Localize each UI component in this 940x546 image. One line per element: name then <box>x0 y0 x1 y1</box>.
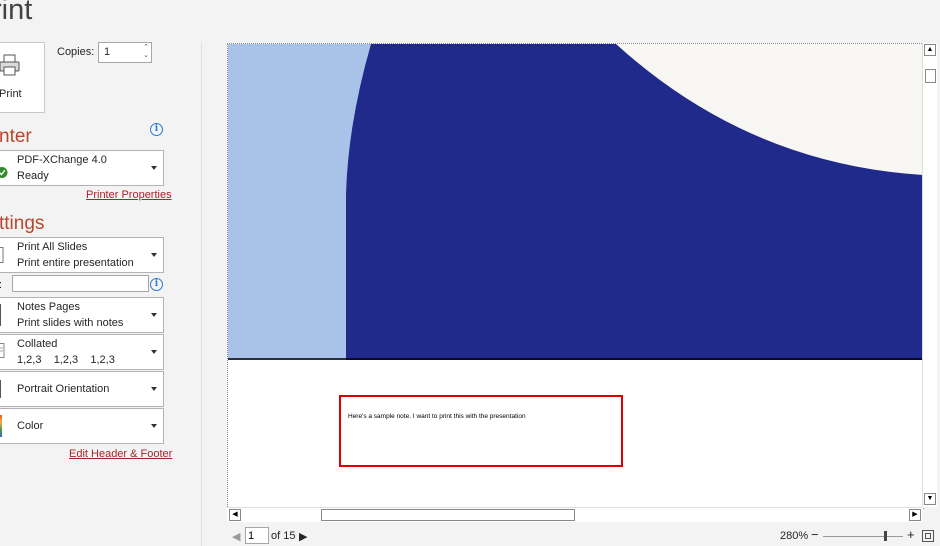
print-button[interactable]: Print <box>0 42 45 113</box>
info-icon[interactable]: i <box>150 278 163 291</box>
print-preview: Here's a sample note. I want to print th… <box>227 43 924 509</box>
next-page-icon[interactable]: ▶ <box>299 530 307 543</box>
scroll-left-icon[interactable]: ◀ <box>229 509 241 521</box>
layout-title: Notes Pages <box>17 301 80 313</box>
page-count-label: of 15 <box>271 530 296 542</box>
printer-icon <box>0 54 20 76</box>
orientation-dropdown[interactable]: Portrait Orientation <box>0 371 164 407</box>
vertical-scroll-thumb[interactable] <box>925 69 936 83</box>
zoom-slider[interactable] <box>823 536 903 537</box>
collation-subtitle: 1,2,3 1,2,3 1,2,3 <box>17 354 115 366</box>
slides-input[interactable] <box>12 275 149 292</box>
zoom-out-button[interactable]: − <box>811 527 819 542</box>
zoom-slider-thumb[interactable] <box>884 531 887 541</box>
color-dropdown[interactable]: Color <box>0 408 164 444</box>
zoom-in-button[interactable]: + <box>907 527 915 542</box>
page-number-input[interactable] <box>245 527 269 544</box>
print-range-subtitle: Print entire presentation <box>17 257 134 269</box>
settings-heading: ttings <box>0 213 45 234</box>
print-range-dropdown[interactable]: Print All Slides Print entire presentati… <box>0 237 164 273</box>
backstage-title: rint <box>0 0 33 26</box>
printer-heading: nter <box>0 126 32 147</box>
chevron-down-icon <box>151 424 157 428</box>
page-icon <box>0 343 5 358</box>
page-icon <box>0 304 1 326</box>
chevron-down-icon <box>151 253 157 257</box>
printer-dropdown[interactable]: PDF-XChange 4.0 Ready <box>0 150 164 186</box>
printer-properties-link[interactable]: Printer Properties <box>86 189 172 201</box>
speaker-notes-text: Here's a sample note. I want to print th… <box>348 413 526 420</box>
copies-label: Copies: <box>57 46 95 58</box>
collation-title: Collated <box>17 338 58 350</box>
layout-subtitle: Print slides with notes <box>17 317 124 329</box>
horizontal-scroll-thumb[interactable] <box>321 509 575 521</box>
fit-to-window-icon[interactable] <box>922 530 934 542</box>
page-icon <box>0 247 4 263</box>
copies-value: 1 <box>104 46 111 58</box>
page-icon <box>0 380 1 398</box>
slides-label: : <box>0 279 2 291</box>
printer-name: PDF-XChange 4.0 <box>17 154 107 166</box>
color-title: Color <box>17 420 44 432</box>
previous-page-icon[interactable]: ◀ <box>232 530 240 543</box>
speaker-notes-highlight: Here's a sample note. I want to print th… <box>339 395 623 467</box>
print-button-label: Print <box>0 88 22 100</box>
scroll-down-icon[interactable]: ▼ <box>924 493 936 505</box>
collation-dropdown[interactable]: Collated 1,2,3 1,2,3 1,2,3 <box>0 334 164 370</box>
panel-separator <box>201 42 202 546</box>
scroll-up-icon[interactable]: ▲ <box>924 44 936 56</box>
chevron-down-icon <box>151 313 157 317</box>
chevron-down-icon <box>151 387 157 391</box>
orientation-title: Portrait Orientation <box>17 383 110 395</box>
layout-dropdown[interactable]: Notes Pages Print slides with notes <box>0 297 164 333</box>
spin-down-icon[interactable]: ⌄ <box>143 52 149 60</box>
info-icon[interactable]: i <box>150 123 163 136</box>
edit-header-footer-link[interactable]: Edit Header & Footer <box>69 448 172 460</box>
spin-up-icon[interactable]: ⌃ <box>143 44 149 52</box>
printer-status: Ready <box>17 170 49 182</box>
chevron-down-icon <box>151 166 157 170</box>
print-range-title: Print All Slides <box>17 241 88 253</box>
printer-ready-icon <box>0 167 8 178</box>
color-icon <box>0 415 2 437</box>
chevron-down-icon <box>151 350 157 354</box>
vertical-scrollbar[interactable]: ▲ ▼ <box>922 43 937 507</box>
zoom-level[interactable]: 280% <box>780 530 808 542</box>
scroll-right-icon[interactable]: ▶ <box>909 509 921 521</box>
horizontal-scrollbar[interactable]: ◀ ▶ <box>227 507 922 522</box>
copies-stepper[interactable]: 1 ⌃ ⌄ <box>98 42 152 63</box>
slide-thumbnail <box>228 44 923 360</box>
